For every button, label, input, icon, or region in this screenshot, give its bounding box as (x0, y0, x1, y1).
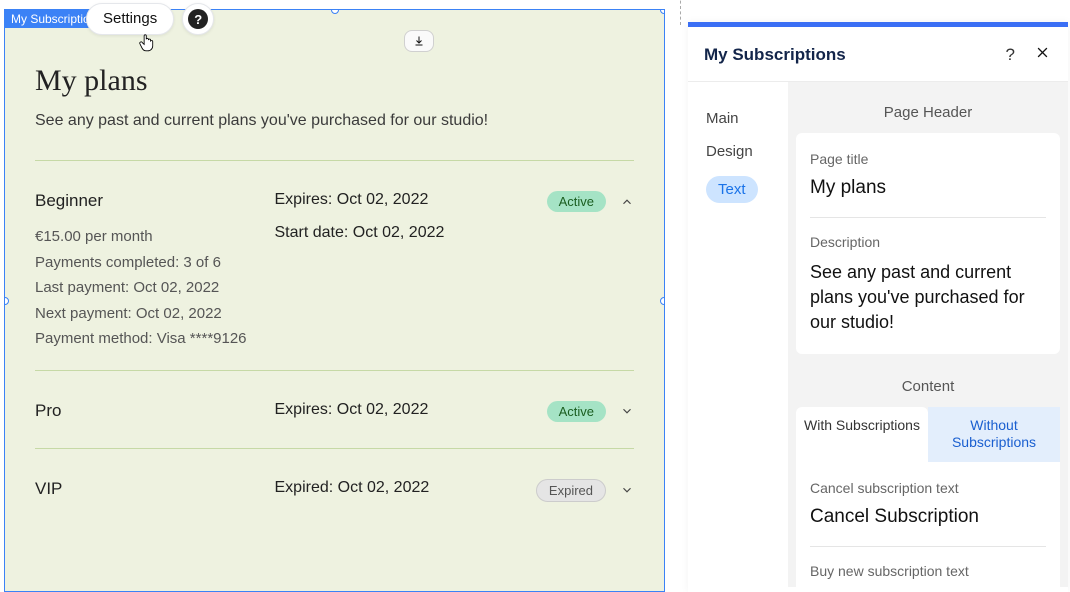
help-button[interactable]: ? (182, 3, 214, 35)
plan-row: Beginner Expires: Oct 02, 2022 Active (35, 179, 634, 224)
panel-content: Page Header Page title My plans Descript… (788, 82, 1068, 587)
cancel-text-input[interactable]: Cancel Subscription (810, 506, 1046, 528)
plan-detail-line: Payments completed: 3 of 6 (35, 250, 255, 276)
plan-detail-line: Last payment: Oct 02, 2022 (35, 275, 255, 301)
panel-title: My Subscriptions (704, 45, 1006, 65)
plan-start-date: Start date: Oct 02, 2022 (275, 224, 515, 242)
page-title-label: Page title (810, 151, 1046, 167)
canvas-area: My Subscriptions My plans See any past a… (0, 0, 667, 592)
content-tabs: With Subscriptions Without Subscriptions (796, 407, 1060, 462)
description-input[interactable]: See any past and current plans you've pu… (810, 260, 1046, 336)
plan-detail-line: €15.00 per month (35, 224, 255, 250)
status-badge: Active (547, 191, 606, 212)
tab-without-subscriptions[interactable]: Without Subscriptions (928, 407, 1060, 462)
plan-details-row: €15.00 per month Payments completed: 3 o… (35, 224, 634, 364)
plan-expire: Expires: Oct 02, 2022 (275, 401, 515, 419)
resize-handle[interactable] (660, 9, 665, 14)
download-icon (413, 35, 425, 47)
plan-name: VIP (35, 479, 275, 499)
page-title-input[interactable]: My plans (810, 177, 1046, 199)
selection-frame[interactable]: My Subscriptions My plans See any past a… (4, 9, 665, 592)
subscriptions-widget: My plans See any past and current plans … (35, 64, 634, 514)
page-title: My plans (35, 64, 634, 98)
settings-button[interactable]: Settings (86, 3, 174, 35)
divider (35, 160, 634, 161)
panel-nav: Main Design Text (688, 82, 788, 587)
section-content: Content (788, 366, 1068, 407)
plan-row: Pro Expires: Oct 02, 2022 Active (35, 389, 634, 434)
nav-text[interactable]: Text (706, 176, 758, 203)
plan-expire: Expired: Oct 02, 2022 (275, 479, 515, 497)
plan-name: Pro (35, 401, 275, 421)
content-card: Cancel subscription text Cancel Subscrip… (796, 462, 1060, 587)
nav-design[interactable]: Design (702, 135, 788, 168)
page-header-card: Page title My plans Description See any … (796, 133, 1060, 354)
help-icon[interactable]: ? (1006, 45, 1015, 65)
description-label: Description (810, 234, 1046, 250)
divider (35, 448, 634, 449)
tab-with-subscriptions[interactable]: With Subscriptions (796, 407, 928, 462)
status-badge: Expired (536, 479, 606, 502)
status-badge: Active (547, 401, 606, 422)
settings-panel: My Subscriptions ? Main Design Text Page… (688, 22, 1068, 592)
close-icon[interactable] (1035, 45, 1050, 65)
nav-main[interactable]: Main (702, 102, 788, 135)
plan-name: Beginner (35, 191, 275, 211)
resize-handle[interactable] (660, 297, 665, 305)
chevron-down-icon[interactable] (620, 404, 634, 418)
help-icon: ? (188, 9, 208, 29)
chevron-up-icon[interactable] (620, 195, 634, 209)
page-description: See any past and current plans you've pu… (35, 112, 634, 130)
plan-expire: Expires: Oct 02, 2022 (275, 191, 515, 209)
plan-detail-line: Next payment: Oct 02, 2022 (35, 301, 255, 327)
section-page-header: Page Header (788, 92, 1068, 133)
resize-handle[interactable] (4, 297, 9, 305)
plan-row: VIP Expired: Oct 02, 2022 Expired (35, 467, 634, 514)
plan-detail-line: Payment method: Visa ****9126 (35, 326, 255, 352)
resize-handle[interactable] (331, 9, 339, 14)
download-button[interactable] (404, 30, 434, 52)
chevron-down-icon[interactable] (620, 483, 634, 497)
floating-toolbar: Settings ? (86, 3, 214, 35)
divider (35, 370, 634, 371)
buy-text-label: Buy new subscription text (810, 563, 1046, 579)
cursor-hand-icon (138, 33, 156, 53)
panel-divider (680, 0, 681, 25)
plan-details: €15.00 per month Payments completed: 3 o… (35, 224, 255, 352)
cancel-text-label: Cancel subscription text (810, 480, 1046, 496)
